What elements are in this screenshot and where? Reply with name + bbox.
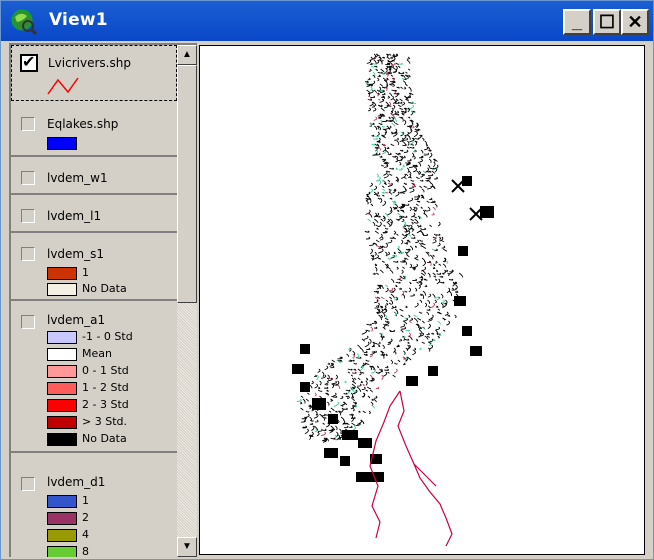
lake-fill-symbol: [47, 137, 77, 150]
view-client-area: Lvicrivers.shp Eqlakes.shp lvdem_w1: [9, 43, 647, 557]
theme-name: lvdem_l1: [47, 209, 102, 223]
theme-lvdem-a1[interactable]: lvdem_a1 -1 - 0 Std Mean 0 - 1 Std 1 - 2…: [11, 303, 177, 453]
legend-label: 1: [82, 494, 89, 507]
toc-scrollbar[interactable]: ▲ ▼: [177, 45, 197, 557]
theme-visibility-checkbox[interactable]: [21, 117, 35, 131]
legend-swatch: [47, 348, 77, 361]
legend-swatch: [47, 512, 77, 525]
theme-visibility-checkbox[interactable]: [21, 247, 35, 261]
view-globe-icon: [11, 9, 37, 35]
no-data-block: [356, 472, 384, 482]
view-window: View1 _ ☐ ✕ Lvicrivers.shp Eqlakes.shp: [0, 0, 654, 560]
no-data-block: [454, 296, 466, 306]
theme-eqlakes[interactable]: Eqlakes.shp: [11, 105, 177, 157]
scrollbar-thumb[interactable]: [177, 65, 197, 303]
scroll-up-arrow-icon[interactable]: ▲: [177, 45, 197, 65]
legend-swatch: [47, 382, 77, 395]
legend-swatch: [47, 433, 77, 446]
scroll-down-arrow-icon[interactable]: ▼: [177, 537, 197, 557]
no-data-block: [470, 346, 482, 356]
no-data-block: [458, 246, 468, 256]
legend-swatch: [47, 365, 77, 378]
theme-visibility-checkbox[interactable]: [21, 209, 35, 223]
no-data-block: [340, 456, 350, 466]
terrain-band: [296, 53, 464, 443]
theme-visibility-checkbox[interactable]: [21, 315, 35, 329]
minimize-button[interactable]: _: [563, 9, 591, 35]
legend-label: 0 - 1 Std: [82, 364, 129, 377]
no-data-block: [342, 430, 358, 440]
legend-label: 1 - 2 Std: [82, 381, 129, 394]
no-data-block: [324, 448, 338, 458]
legend-label: 2 - 3 Std: [82, 398, 129, 411]
theme-lvdem-l1[interactable]: lvdem_l1: [11, 197, 177, 233]
no-data-block: [300, 344, 310, 354]
river-line: [369, 390, 453, 547]
no-data-block: [292, 364, 304, 374]
theme-name: lvdem_w1: [47, 171, 108, 185]
window-title: View1: [49, 10, 108, 30]
legend-swatch: [47, 399, 77, 412]
legend-label: No Data: [82, 282, 127, 295]
no-data-block: [358, 438, 372, 448]
maximize-button[interactable]: ☐: [593, 9, 621, 35]
no-data-block: [480, 206, 494, 218]
legend-label: 4: [82, 528, 89, 541]
theme-list: Lvicrivers.shp Eqlakes.shp lvdem_w1: [11, 45, 177, 557]
legend-swatch: [47, 331, 77, 344]
table-of-contents: Lvicrivers.shp Eqlakes.shp lvdem_w1: [9, 43, 197, 557]
theme-name: lvdem_d1: [47, 475, 106, 489]
theme-name: lvdem_a1: [47, 313, 106, 327]
theme-lvdem-w1[interactable]: lvdem_w1: [11, 159, 177, 195]
theme-lvdem-d1[interactable]: lvdem_d1 1 2 4 8: [11, 457, 177, 557]
legend-label: 2: [82, 511, 89, 524]
close-button[interactable]: ✕: [621, 9, 649, 35]
no-data-block: [462, 326, 472, 336]
theme-visibility-checkbox[interactable]: [21, 171, 35, 185]
theme-name: Eqlakes.shp: [47, 117, 119, 131]
legend-swatch: [47, 529, 77, 542]
theme-visibility-checkbox[interactable]: [20, 52, 38, 72]
river-line-symbol-icon: [47, 77, 79, 95]
no-data-block: [428, 366, 438, 376]
map-display[interactable]: [199, 45, 645, 555]
theme-name: lvdem_s1: [47, 247, 105, 261]
legend-swatch: [47, 283, 77, 296]
no-data-block: [300, 382, 310, 392]
legend-label: Mean: [82, 347, 112, 360]
legend-label: 8: [82, 545, 89, 557]
legend-swatch: [47, 546, 77, 557]
legend-label: 1: [82, 266, 89, 279]
no-data-block: [312, 398, 326, 410]
theme-lvdem-s1[interactable]: lvdem_s1 1 No Data: [11, 235, 177, 301]
no-data-block: [328, 414, 338, 424]
map-canvas[interactable]: [200, 46, 644, 554]
legend-swatch: [47, 495, 77, 508]
legend-swatch: [47, 416, 77, 429]
title-bar[interactable]: View1 _ ☐ ✕: [1, 1, 653, 41]
legend-label: No Data: [82, 432, 127, 445]
legend-label: > 3 Std.: [82, 415, 127, 428]
legend-label: -1 - 0 Std: [82, 330, 133, 343]
theme-name: Lvicrivers.shp: [48, 56, 131, 70]
theme-visibility-checkbox[interactable]: [21, 477, 35, 491]
theme-lvicrivers[interactable]: Lvicrivers.shp: [11, 45, 177, 101]
no-data-block: [406, 376, 418, 386]
legend-swatch: [47, 267, 77, 280]
